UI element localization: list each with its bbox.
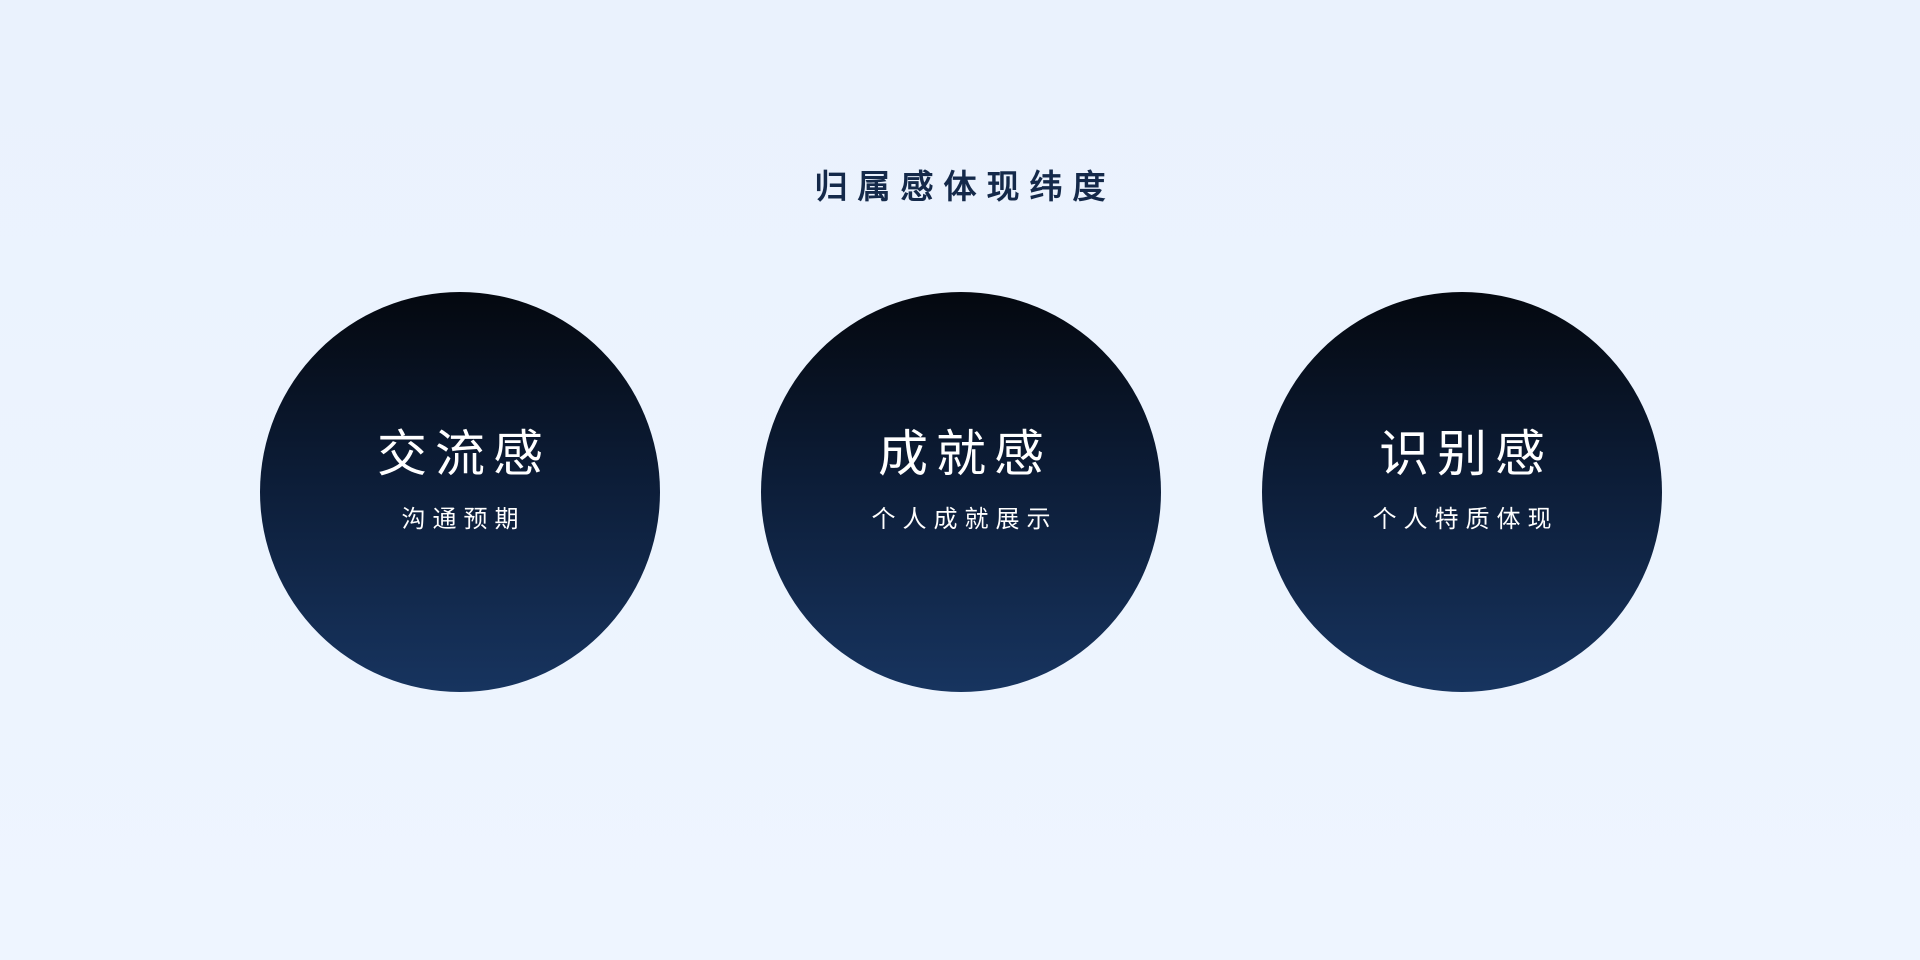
dimension-title: 识别感 [1379,425,1553,483]
dimension-subtitle: 沟通预期 [401,505,526,533]
dimension-circle-communication: 交流感 沟通预期 [260,292,660,692]
dimension-title: 成就感 [878,425,1052,483]
dimension-subtitle: 个人特质体现 [1372,505,1559,533]
dimension-circle-achievement: 成就感 个人成就展示 [761,292,1161,692]
dimension-circle-identity: 识别感 个人特质体现 [1262,292,1662,692]
page-title: 归属感体现纬度 [814,167,1116,206]
dimension-subtitle: 个人成就展示 [871,505,1058,533]
dimension-title: 交流感 [377,425,551,483]
